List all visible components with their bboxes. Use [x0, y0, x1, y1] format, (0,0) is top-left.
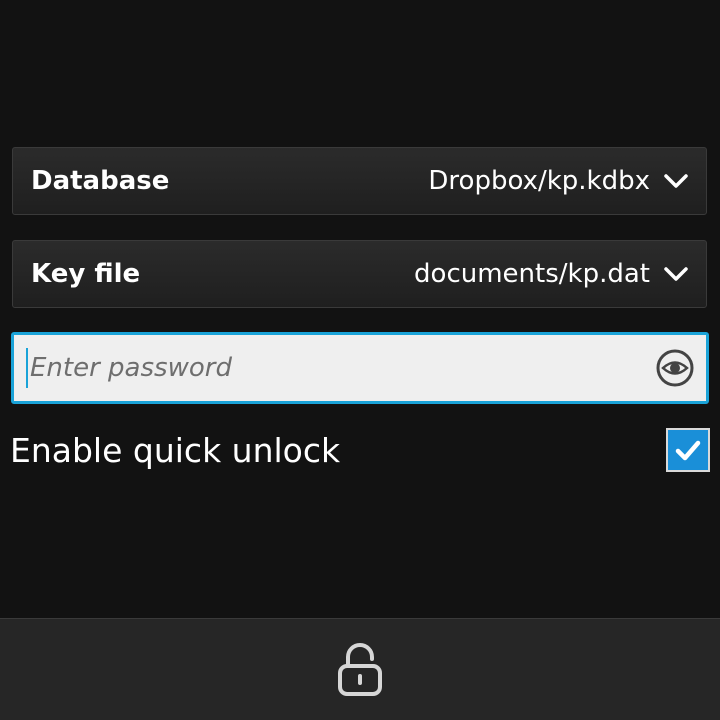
quick-unlock-row: Enable quick unlock [10, 420, 710, 480]
database-value: Dropbox/kp.kdbx [428, 166, 650, 196]
database-selection: Dropbox/kp.kdbx [428, 166, 690, 196]
unlock-button[interactable] [330, 635, 390, 705]
key-file-label: Key file [31, 259, 141, 289]
key-file-dropdown[interactable]: Key file documents/kp.dat [12, 240, 707, 308]
key-file-value: documents/kp.dat [414, 259, 650, 289]
action-bar [0, 618, 720, 720]
quick-unlock-checkbox[interactable] [666, 428, 710, 472]
chevron-down-icon [664, 174, 688, 188]
password-field-container [11, 332, 709, 404]
chevron-down-icon [664, 267, 688, 281]
database-label: Database [31, 166, 170, 196]
key-file-selection: documents/kp.dat [414, 259, 690, 289]
database-dropdown[interactable]: Database Dropbox/kp.kdbx [12, 147, 707, 215]
quick-unlock-label: Enable quick unlock [10, 430, 341, 470]
eye-icon [656, 349, 694, 387]
show-password-button[interactable] [654, 347, 696, 389]
unlock-icon [338, 642, 382, 696]
screen: Database Dropbox/kp.kdbx Key file docume… [0, 0, 720, 720]
checkmark-icon [675, 440, 701, 461]
password-input[interactable] [26, 348, 654, 388]
